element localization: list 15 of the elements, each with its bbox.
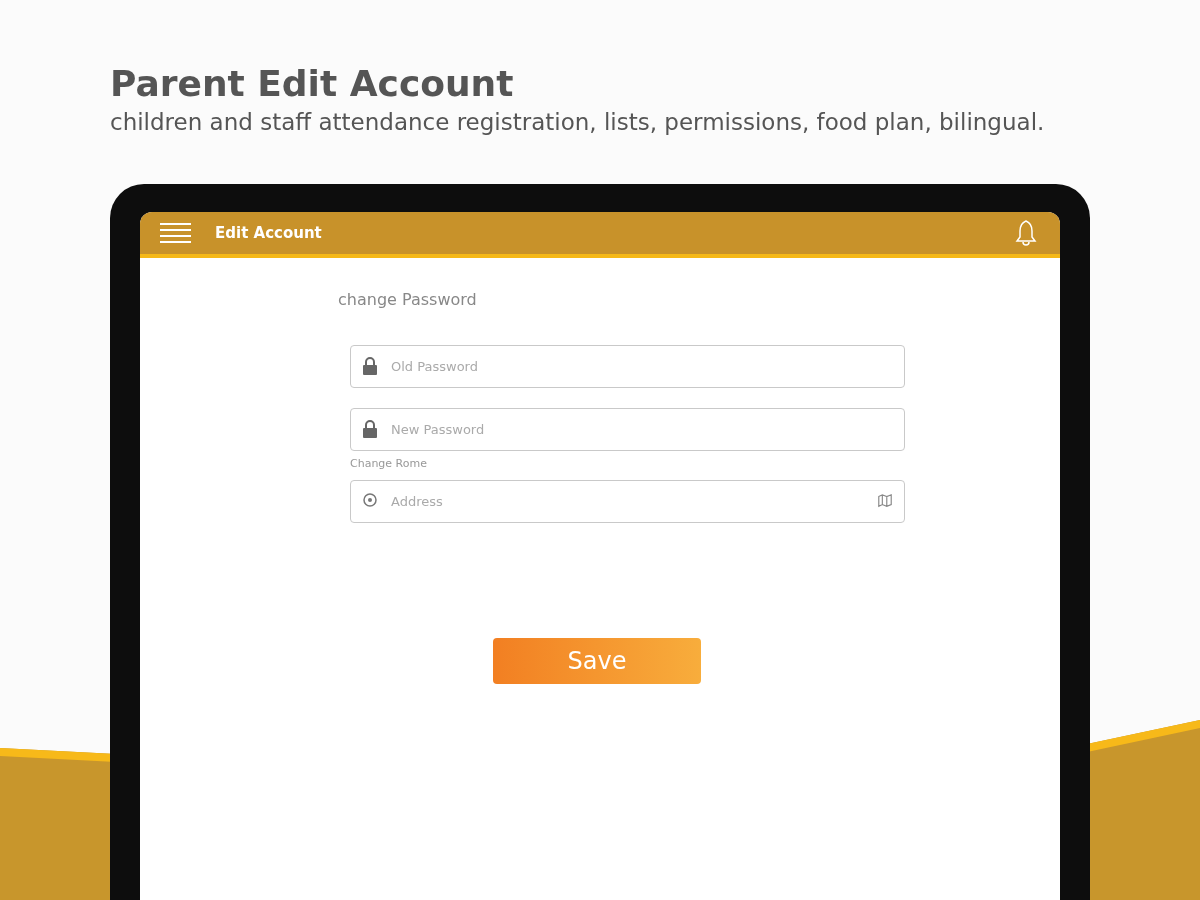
location-icon bbox=[362, 492, 378, 510]
lock-icon bbox=[362, 357, 378, 375]
lock-icon bbox=[362, 420, 378, 438]
address-field[interactable]: Address bbox=[350, 480, 905, 523]
page-subtitle: children and staff attendance registration, lists, permissions, food plan, bilingual. bbox=[110, 108, 1046, 137]
menu-icon[interactable] bbox=[160, 223, 191, 243]
save-button[interactable]: Save bbox=[493, 638, 701, 684]
section-title: change Password bbox=[338, 290, 478, 309]
page-title: Parent Edit Account bbox=[110, 62, 515, 106]
bell-icon[interactable] bbox=[1014, 219, 1038, 247]
field-label: Change Rome bbox=[350, 457, 428, 470]
map-icon[interactable] bbox=[877, 492, 893, 510]
app-bar-title: Edit Account bbox=[215, 224, 323, 242]
password-field[interactable]: Old Password bbox=[350, 345, 905, 388]
password-field[interactable]: New Password bbox=[350, 408, 905, 451]
